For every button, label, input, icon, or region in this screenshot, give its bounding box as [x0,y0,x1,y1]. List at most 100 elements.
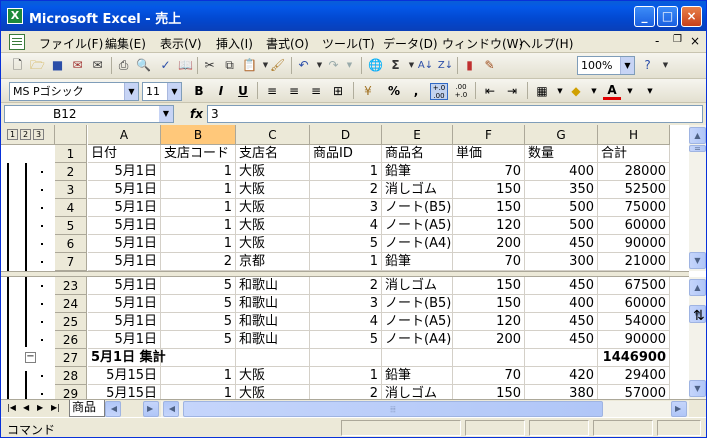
data-cell[interactable]: 200 [453,235,525,253]
data-cell[interactable]: 75000 [598,199,670,217]
data-cell[interactable]: ノート(A5) [382,313,453,331]
font-color-dropdown-icon[interactable]: ▼ [621,83,639,100]
row-header[interactable]: 6 [55,235,87,253]
percent-button[interactable]: % [385,83,403,100]
column-header-d[interactable]: D [310,125,382,145]
top-vertical-scrollbar[interactable]: ▲ = ▼ [689,125,706,271]
hyperlink-icon[interactable]: 🌐 [367,57,384,74]
column-title-cell[interactable]: 支店コード [161,145,236,163]
name-box[interactable]: B12 ▼ [4,105,174,123]
data-cell[interactable]: 3 [310,295,382,313]
data-cell[interactable]: 200 [453,331,525,349]
data-cell[interactable]: 150 [453,295,525,313]
outline-collapse-button[interactable]: − [25,352,36,363]
data-cell[interactable]: 5月1日 [88,253,161,271]
data-cell[interactable]: 5月1日 [88,277,161,295]
horizontal-scrollbar[interactable]: ▲ ⦙⦙⦙ ▲ [161,401,689,417]
font-name-dropdown-icon[interactable]: ▼ [124,83,138,100]
row-header[interactable]: 23 [55,277,87,295]
bold-button[interactable]: B [190,83,208,100]
scroll-up-icon[interactable]: ▲ [689,279,706,296]
new-icon[interactable]: 🗋 [9,57,26,74]
insert-function-button[interactable]: fx [190,107,203,121]
data-cell[interactable]: 120 [453,217,525,235]
data-cell[interactable]: 5月1日 [88,199,161,217]
scroll-right-icon[interactable]: ▲ [671,401,687,417]
data-cell[interactable]: 1446900 [598,349,670,367]
data-cell[interactable]: 大阪 [236,199,310,217]
data-cell[interactable] [382,349,453,367]
worksheet-grid[interactable]: 1 2 3 ABCDEFGH 1 日付 支店コード 支店名 商品ID 商品名 単価 数量 合計 2… [1,125,706,403]
print-preview-icon[interactable]: 🔍 [135,57,152,74]
title-bar[interactable]: X Microsoft Excel - 売上 _ □ × [1,1,706,31]
data-cell[interactable]: 大阪 [236,235,310,253]
data-cell[interactable]: 1 [161,199,236,217]
data-cell[interactable] [236,349,310,367]
first-sheet-icon[interactable]: |◀ [7,403,16,412]
data-cell[interactable]: ノート(A4) [382,331,453,349]
data-cell[interactable]: 和歌山 [236,295,310,313]
column-title-cell[interactable]: 日付 [88,145,161,163]
data-cell[interactable]: 120 [453,313,525,331]
data-cell[interactable]: 90000 [598,331,670,349]
data-cell[interactable]: 150 [453,199,525,217]
data-cell[interactable]: 90000 [598,235,670,253]
column-header-e[interactable]: E [382,125,453,145]
save-icon[interactable]: ■ [49,57,66,74]
menu-view[interactable]: 表示(V) [160,35,202,52]
data-cell[interactable] [161,349,236,367]
align-center-icon[interactable]: ≡ [285,83,303,100]
menu-tools[interactable]: ツール(T) [322,35,375,52]
toolbar-options-icon[interactable]: ▼ [657,57,674,74]
data-cell[interactable]: ノート(A5) [382,217,453,235]
row-header[interactable]: 3 [55,181,87,199]
redo-icon[interactable]: ↷ [325,57,342,74]
cut-icon[interactable]: ✂ [201,57,218,74]
copy-icon[interactable]: ⧉ [221,57,238,74]
drawing-icon[interactable]: ✎ [481,57,498,74]
data-cell[interactable]: 400 [525,163,598,181]
column-header-a[interactable]: A [88,125,161,145]
increase-indent-icon[interactable]: ⇥ [503,83,521,100]
zoom-dropdown-icon[interactable]: ▼ [620,57,634,74]
underline-button[interactable]: U [234,83,252,100]
data-cell[interactable]: 5月1日 [88,181,161,199]
data-cell[interactable]: 1 [310,367,382,385]
doc-close-button[interactable]: × [690,34,700,48]
data-cell[interactable]: 大阪 [236,217,310,235]
data-cell[interactable]: 450 [525,235,598,253]
spelling-icon[interactable]: ✓ [157,57,174,74]
data-cell[interactable]: 150 [453,277,525,295]
data-cell[interactable]: 5月1日 [88,217,161,235]
data-cell[interactable]: 5 [161,295,236,313]
data-cell[interactable]: 5月1日 [88,331,161,349]
data-cell[interactable]: 大阪 [236,367,310,385]
font-size-dropdown-icon[interactable]: ▼ [167,83,181,100]
font-name-combo[interactable]: MS Pゴシック ▼ [9,82,139,101]
fill-color-icon[interactable]: ◆ [567,83,585,100]
sort-ascending-icon[interactable]: A↓ [417,57,434,74]
menu-format[interactable]: 書式(O) [266,35,309,52]
formula-input[interactable]: 3 [207,105,703,123]
data-cell[interactable]: ノート(B5) [382,295,453,313]
row-header[interactable]: 1 [55,145,87,163]
doc-minimize-button[interactable]: - [655,34,659,48]
autosum-icon[interactable]: Σ [387,57,404,74]
data-cell[interactable]: 京都 [236,253,310,271]
column-title-cell[interactable]: 単価 [453,145,525,163]
scroll-thumb[interactable]: = [689,145,706,153]
scroll-left-icon[interactable]: ▲ [163,401,179,417]
data-cell[interactable]: 29400 [598,367,670,385]
bottom-vertical-scrollbar[interactable]: ▲ ≡ ▼ [689,277,706,399]
menu-help[interactable]: ヘルプ(H) [519,35,573,52]
column-header-g[interactable]: G [525,125,598,145]
name-box-dropdown-icon[interactable]: ▼ [159,106,173,122]
data-cell[interactable]: 5月1日 [88,313,161,331]
italic-button[interactable]: I [212,83,230,100]
tab-scroll-right-icon[interactable]: ▲ [143,401,159,417]
data-cell[interactable]: 1 [161,217,236,235]
row-header[interactable]: 4 [55,199,87,217]
data-cell[interactable]: 鉛筆 [382,253,453,271]
data-cell[interactable] [525,349,598,367]
column-title-cell[interactable]: 数量 [525,145,598,163]
